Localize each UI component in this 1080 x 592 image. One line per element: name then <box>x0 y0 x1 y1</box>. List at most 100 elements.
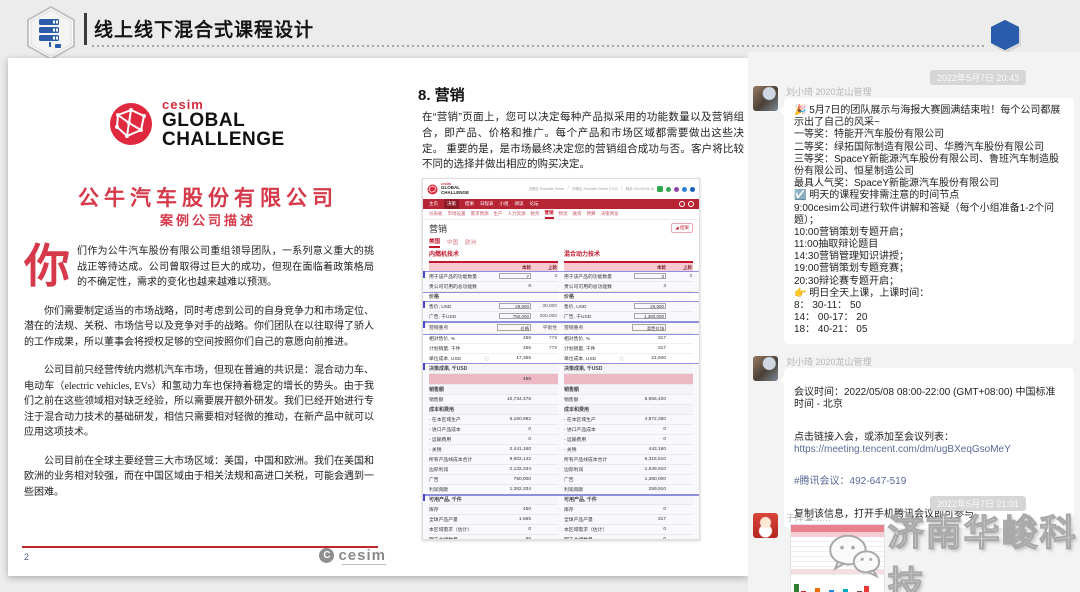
row-label: 所有产品线成本合计 <box>429 456 491 463</box>
panel-title: 混合动力技术 <box>564 250 693 263</box>
row-label: 销售额 <box>564 386 693 393</box>
subnav-item-需求预测[interactable]: 需求预测 <box>471 211 489 217</box>
tab-欧洲[interactable]: 欧洲 <box>465 238 476 246</box>
callout-number: 2 <box>422 301 425 308</box>
value-cell: 259,910 <box>626 487 666 492</box>
thumb-bar <box>815 588 820 592</box>
cesim-globe-icon <box>108 101 154 147</box>
chat-bubble-announcement: 🎉 5月7日的团队展示与海报大赛圆满结束啦！每个公司都展示出了自己的风采~ 一等… <box>784 98 1074 344</box>
decision-input[interactable]: 25,500 <box>634 303 666 309</box>
table-row: 价格 <box>564 292 693 302</box>
decision-input[interactable]: 3 <box>634 273 666 279</box>
focus-dropdown[interactable]: 价格 <box>497 324 531 331</box>
app-sub-nav: 仪表板市场设置需求预测生产人力资源税务营销物流融资预算决策预览 <box>423 209 699 220</box>
table-row: 所有产品线成本合计5,315,510 <box>564 455 693 465</box>
nav-item-决策[interactable]: 决策 <box>444 199 459 209</box>
row-label: - 在本区域生产 <box>564 416 626 423</box>
row-label: - 进口产品成本 <box>564 426 626 433</box>
value-cell: 0 <box>491 527 531 532</box>
chat-timestamp: 2022年5月7日 20:43 <box>930 70 1026 85</box>
page-number: 2 <box>24 552 29 562</box>
row-label: 相对售价, % <box>429 335 491 342</box>
table-row: 贵公司可用的总功能数3 <box>564 282 693 292</box>
value-cell: 1,639,910 <box>626 467 666 472</box>
nav-item-论坛[interactable]: 论坛 <box>530 201 539 207</box>
value-cell: 443,160 <box>626 447 666 452</box>
nav-item-阅读[interactable]: 阅读 <box>515 201 524 207</box>
decision-input[interactable]: 1,380,000 <box>634 313 666 319</box>
column-header: 本轮 <box>491 265 531 271</box>
topbar-status-item: 决策区 Rochelle Green <box>529 187 565 192</box>
page-title: 线上线下混合式课程设计 <box>94 15 314 42</box>
info-icon[interactable] <box>688 201 694 207</box>
info-icon: ⓘ <box>620 356 625 362</box>
table-row: 销售额10,734,476 <box>429 395 558 405</box>
table-row: 广告750,000 <box>429 475 558 485</box>
value-cell: 25,500 <box>626 303 666 310</box>
value-cell: 6,955,420 <box>626 397 666 402</box>
paragraph-3: 公司目前只经营传统内燃机汽车市场，但现在普遍的共识是：混合动力车、电动车（ele… <box>24 363 374 441</box>
value-cell: 17,355 <box>491 356 531 361</box>
paragraph-2: 你们需要制定适当的市场战略，同时考虑到公司的自身竞争力和市场定位、潜在的法规、关… <box>24 304 374 351</box>
subnav-item-市场设置[interactable]: 市场设置 <box>448 211 466 217</box>
table-row: - 运输费用0 <box>429 435 558 445</box>
row-label: 用于该产品的功能数量 <box>429 273 491 280</box>
value-cell: 750,000 <box>491 477 531 482</box>
row-label: 贵公司可用的总功能数 <box>429 283 491 290</box>
row-label: 广告, 千USD <box>429 313 491 320</box>
nav-item-日程表[interactable]: 日程表 <box>480 201 494 207</box>
meeting-link[interactable]: https://meeting.tencent.com/dm/ugBXeqGso… <box>794 444 1011 455</box>
prev-value-cell: 779 <box>531 336 558 341</box>
subnav-item-生产[interactable]: 生产 <box>494 211 503 217</box>
column-header: 上轮 <box>666 265 693 271</box>
subnav-item-融资[interactable]: 融资 <box>573 211 582 217</box>
subnav-item-决策预览[interactable]: 决策预览 <box>601 211 619 217</box>
table-row: 售价, USD29,50030,000 <box>429 302 558 312</box>
table-row: 用于该产品的功能数量33 <box>564 272 693 282</box>
avatar[interactable] <box>753 86 778 111</box>
row-label: 期末仓储数量 <box>429 536 491 540</box>
row-label: 销售额 <box>564 396 626 403</box>
app-logo: cesim GLOBAL CHALLENGE <box>427 183 469 196</box>
tab-美国[interactable]: 美国 <box>429 237 440 248</box>
subnav-item-物流[interactable]: 物流 <box>559 211 568 217</box>
nav-item-结果[interactable]: 结果 <box>465 201 474 207</box>
table-row: - 进口产品成本0 <box>564 425 693 435</box>
tab-中国[interactable]: 中国 <box>447 238 458 246</box>
chat-timestamp: 2022年5月7日 21:01 <box>930 496 1026 511</box>
paragraph-1: 你们作为公牛汽车股份有限公司重组领导团队，一系列意义重大的挑战正等待达成。公司曾… <box>24 244 374 291</box>
decision-input[interactable]: 7 <box>499 273 531 279</box>
decision-input[interactable]: 29,500 <box>499 303 531 309</box>
row-label: 边际利润 <box>429 466 491 473</box>
header-divider <box>84 13 87 45</box>
logo-line2: CHALLENGE <box>162 130 285 149</box>
row-label: - 进口产品成本 <box>429 426 491 433</box>
document-subtitle: 案例公司描述 <box>22 210 394 229</box>
subnav-item-税务[interactable]: 税务 <box>531 211 540 217</box>
app-topbar-status: 决策区 Rochelle Green/决策区 Rochelle Green (7… <box>529 186 695 192</box>
value-cell: 0 <box>626 527 666 532</box>
nav-item-主页[interactable]: 主页 <box>429 201 438 207</box>
shared-image-thumbnail[interactable] <box>790 524 885 592</box>
row-label: 决策成果, 千USD <box>429 365 558 372</box>
subnav-item-营销[interactable]: 营销 <box>545 210 554 219</box>
app-page-title-row: 营销 ◢ 结果 <box>423 220 699 236</box>
focus-dropdown[interactable]: 高性价比 <box>632 324 666 331</box>
nav-item-小组[interactable]: 小组 <box>500 201 509 207</box>
row-label: 销售额 <box>429 396 491 403</box>
decision-input[interactable]: 750,000 <box>499 313 531 319</box>
table-row: - 关税2,441,160 <box>429 445 558 455</box>
thumb-bar-chart <box>791 574 884 592</box>
avatar[interactable] <box>753 513 778 538</box>
subnav-item-人力资源[interactable]: 人力资源 <box>508 211 526 217</box>
subnav-item-仪表板[interactable]: 仪表板 <box>429 211 443 217</box>
row-label: 价格 <box>429 293 558 300</box>
avatar[interactable] <box>753 356 778 381</box>
row-label: 本区域需求（估计） <box>429 526 491 533</box>
table-row: 可用产品, 千件 <box>429 495 558 505</box>
table-row: 边际利润2,132,334 <box>429 465 558 475</box>
user-icon[interactable] <box>679 201 685 207</box>
value-cell: 4,872,350 <box>626 417 666 422</box>
subnav-item-预算[interactable]: 预算 <box>587 211 596 217</box>
avatar-cartoon <box>753 513 778 538</box>
